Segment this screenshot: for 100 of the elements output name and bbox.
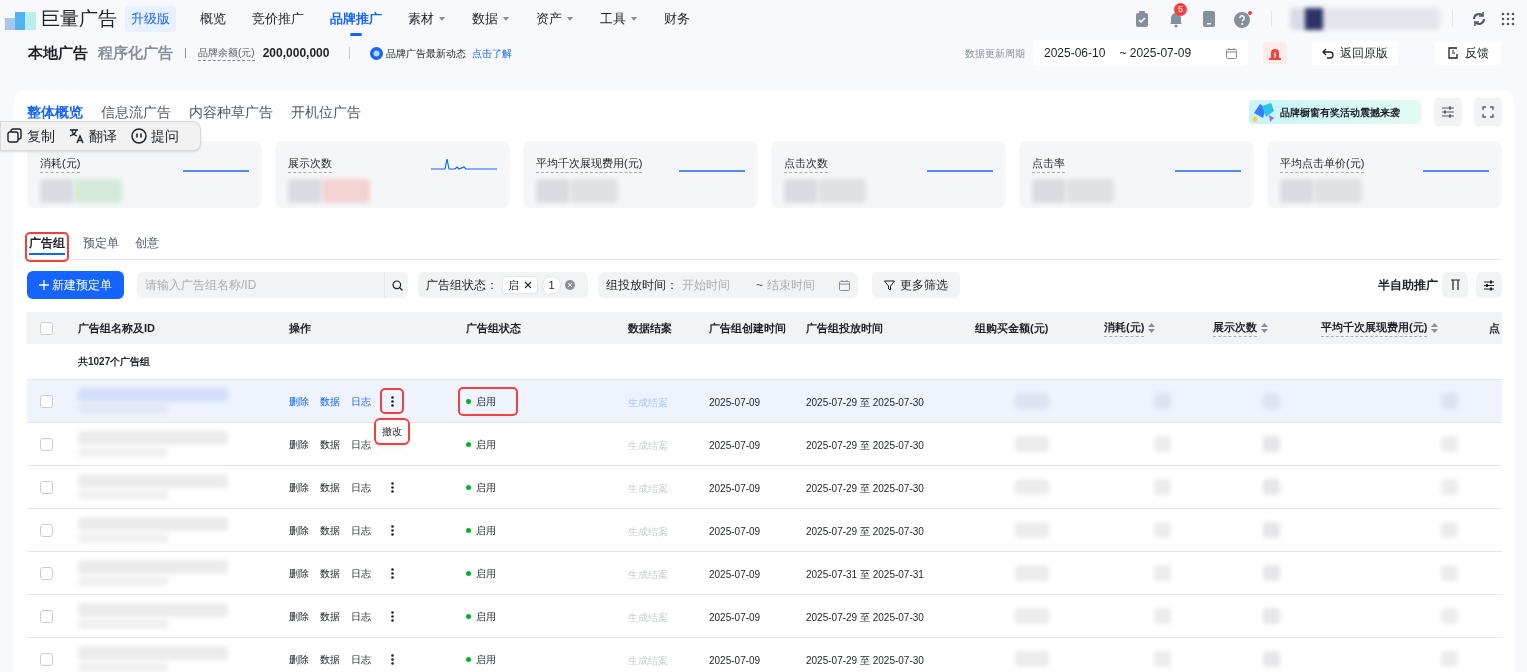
search-field[interactable]: 请输入广告组名称/ID xyxy=(137,272,384,298)
action-link[interactable]: 删除 xyxy=(289,479,309,495)
menu-item[interactable]: 撤改 xyxy=(376,420,408,443)
metric-label[interactable]: 展示次数 xyxy=(288,155,332,173)
count-badge: 1 xyxy=(542,275,561,295)
status-text: 启用 xyxy=(466,651,496,667)
upgrade-badge[interactable]: 升级版 xyxy=(125,6,176,32)
action-link[interactable]: 删除 xyxy=(289,651,309,667)
overview-tab[interactable]: 信息流广告 xyxy=(101,101,171,123)
new-order-button[interactable]: 新建预定单 xyxy=(27,271,124,299)
time-filter[interactable]: 组投放时间： 开始时间 ~ 结束时间 xyxy=(598,272,858,298)
row-count: 共1027个广告组 xyxy=(78,355,151,369)
overview-tab[interactable]: 内容种草广告 xyxy=(189,101,273,123)
column-header: 广告组状态 xyxy=(466,320,521,336)
promo-banner[interactable]: 品牌橱窗有奖活动震撼来袭 xyxy=(1249,100,1421,124)
action-link[interactable]: 日志 xyxy=(351,479,371,495)
start-date: 2025-06-10 xyxy=(1044,45,1106,62)
toolbar-button[interactable]: 复制 xyxy=(7,125,55,147)
date-text: 2025-07-09 xyxy=(709,440,761,451)
toolbar-button[interactable]: 提问 xyxy=(131,125,179,147)
action-link[interactable]: 删除 xyxy=(289,393,309,409)
nav-item[interactable]: 资产 xyxy=(536,0,574,38)
date-text: 2025-07-09 xyxy=(709,612,761,623)
metric-label[interactable]: 平均点击单价(元) xyxy=(1280,155,1365,173)
news-link[interactable]: 点击了解 xyxy=(472,45,513,61)
action-link[interactable]: 数据 xyxy=(320,479,340,495)
filter-tag[interactable]: 启 xyxy=(502,276,538,294)
column-header[interactable]: 平均千次展现费用(元) xyxy=(1321,319,1428,337)
action-link[interactable]: 数据 xyxy=(320,608,340,624)
feedback-button[interactable]: 反馈 xyxy=(1435,41,1501,65)
action-link[interactable]: 日志 xyxy=(351,522,371,538)
page-title: 本地广告 xyxy=(28,42,88,63)
column-header: 广告组投放时间 xyxy=(806,320,883,336)
action-link[interactable]: 数据 xyxy=(320,393,340,409)
list-tab[interactable]: 广告组 xyxy=(27,233,67,260)
range-separator: ~ xyxy=(756,277,763,294)
date-range-text: 2025-07-29 至 2025-07-30 xyxy=(806,483,924,494)
end-time-placeholder: 结束时间 xyxy=(767,277,815,294)
action-link[interactable]: 数据 xyxy=(320,651,340,667)
toolbar-button[interactable]: 翻译 xyxy=(69,125,117,147)
date-range-text: 2025-07-29 至 2025-07-30 xyxy=(806,612,924,623)
metric-label[interactable]: 点击次数 xyxy=(784,155,828,173)
balance-value: 200,000,000 xyxy=(262,45,330,62)
balance-label: 品牌余额(元) xyxy=(198,45,255,61)
column-header[interactable]: 消耗(元) xyxy=(1104,319,1145,337)
date-range-text: 2025-07-29 至 2025-07-30 xyxy=(806,526,924,537)
overview-tab[interactable]: 整体概览 xyxy=(27,101,83,123)
action-link[interactable]: 删除 xyxy=(289,608,309,624)
action-link[interactable]: 日志 xyxy=(351,436,371,452)
mode-label: 半自助推广 xyxy=(1378,277,1438,294)
date-range-field[interactable]: 2025-06-10 ~ 2025-07-09 xyxy=(1033,40,1248,66)
nav-item[interactable]: 工具 xyxy=(600,0,638,38)
date-text: 2025-07-09 xyxy=(709,526,761,537)
column-header: 广告组创建时间 xyxy=(709,320,786,336)
metric-label[interactable]: 平均千次展现费用(元) xyxy=(536,155,643,173)
date-range-text: 2025-07-29 至 2025-07-30 xyxy=(806,397,924,408)
column-header[interactable]: 展示次数 xyxy=(1213,319,1257,337)
status-text: 启用 xyxy=(460,388,516,414)
status-filter[interactable]: 广告组状态： 启 1 xyxy=(418,272,588,298)
action-link[interactable]: 数据 xyxy=(320,436,340,452)
start-time-placeholder: 开始时间 xyxy=(682,277,731,294)
date-text: 2025-07-09 xyxy=(709,569,761,580)
action-link[interactable]: 日志 xyxy=(351,651,371,667)
action-link[interactable]: 数据 xyxy=(320,565,340,581)
filter-label: 广告组状态： xyxy=(426,277,498,294)
period-label: 数据更新周期 xyxy=(965,46,1025,61)
action-link[interactable]: 删除 xyxy=(289,522,309,538)
list-tab[interactable]: 创意 xyxy=(135,233,159,260)
date-range-text: 2025-07-31 至 2025-07-31 xyxy=(806,569,924,580)
back-button[interactable]: 返回原版 xyxy=(1312,41,1398,65)
filter-label: 组投放时间： xyxy=(606,277,678,294)
action-link[interactable]: 删除 xyxy=(289,565,309,581)
status-text: 启用 xyxy=(466,479,496,495)
action-link[interactable]: 数据 xyxy=(320,522,340,538)
nav-item[interactable]: 概览 xyxy=(200,0,226,38)
date-range-text: 2025-07-29 至 2025-07-30 xyxy=(806,655,924,666)
metric-label[interactable]: 点击率 xyxy=(1032,155,1065,173)
column-header: 操作 xyxy=(289,320,311,336)
status-text: 启用 xyxy=(466,608,496,624)
news-text: 品牌广告最新动态 xyxy=(386,46,467,61)
date-text: 2025-07-09 xyxy=(709,655,761,666)
logo-text: 巨量广告 xyxy=(41,6,117,31)
action-link[interactable]: 日志 xyxy=(351,565,371,581)
nav-item[interactable]: 素材 xyxy=(408,0,446,38)
banner-text: 品牌橱窗有奖活动震撼来袭 xyxy=(1280,105,1400,120)
action-link[interactable]: 日志 xyxy=(351,608,371,624)
more-filters-button[interactable]: 更多筛选 xyxy=(872,272,960,298)
nav-item[interactable]: 数据 xyxy=(472,0,510,38)
action-link[interactable]: 删除 xyxy=(289,436,309,452)
status-text: 启用 xyxy=(466,436,496,452)
nav-item[interactable]: 竞价推广 xyxy=(252,0,304,38)
nav-item[interactable]: 品牌推广 xyxy=(330,0,382,38)
nav-item[interactable]: 财务 xyxy=(664,0,690,38)
action-link[interactable]: 日志 xyxy=(351,393,371,409)
list-tab[interactable]: 预定单 xyxy=(83,233,119,260)
notification-badge: 5 xyxy=(1174,3,1187,16)
date-text: 2025-07-09 xyxy=(709,483,761,494)
date-text: 2025-07-09 xyxy=(709,397,761,408)
metric-label[interactable]: 消耗(元) xyxy=(40,155,81,173)
overview-tab[interactable]: 开机位广告 xyxy=(291,101,361,123)
